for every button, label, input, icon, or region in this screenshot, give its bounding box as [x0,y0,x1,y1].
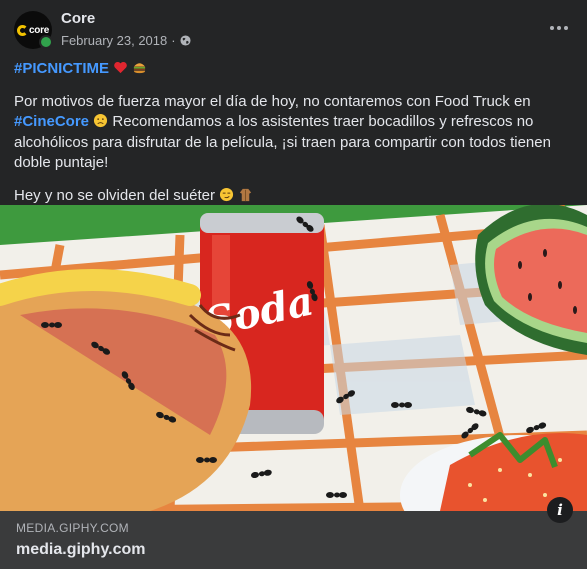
more-horizontal-icon [550,26,554,30]
hashtag-line: #PICNICTIME [14,59,574,80]
sweater-line: Hey y no se olviden del suéter [14,186,574,207]
link-domain: MEDIA.GIPHY.COM [16,521,129,535]
sad-face-emoji-icon [94,113,108,128]
burger-emoji-icon [134,63,146,74]
heart-emoji-icon [114,61,127,74]
info-icon[interactable]: i [547,497,573,523]
post-message: #PICNICTIME Por motivos de fuerza mayor … [14,59,574,218]
avatar[interactable]: core [14,11,53,49]
sweater-text: Hey y no se olviden del suéter [14,186,220,204]
meta-separator: · [171,33,176,48]
post-meta: February 23, 2018 · [61,33,191,48]
avatar-text: core [29,24,49,36]
coat-emoji-icon [240,188,252,201]
hashtag-cinecore[interactable]: #CineCore [14,113,89,130]
post-header: core Core February 23, 2018 · [0,0,587,56]
link-title[interactable]: media.giphy.com [16,541,146,559]
post-card: core Core February 23, 2018 · #PICNICTIM… [0,0,587,569]
core-logo-icon [17,24,29,36]
gif-media[interactable]: Soda [0,205,587,511]
picnic-illustration: Soda [0,205,587,511]
more-options-button[interactable] [545,14,573,42]
link-preview[interactable]: MEDIA.GIPHY.COM media.giphy.com i [0,497,587,569]
globe-icon[interactable] [180,35,191,46]
main-paragraph: Por motivos de fuerza mayor el día de ho… [14,92,574,174]
post-date[interactable]: February 23, 2018 [61,33,167,48]
hashtag-picnictime[interactable]: #PICNICTIME [14,60,109,77]
smirk-emoji-icon [220,187,234,201]
online-status-dot [39,35,53,49]
paragraph-text-1: Por motivos de fuerza mayor el día de ho… [14,92,531,110]
page-name[interactable]: Core [61,10,95,27]
